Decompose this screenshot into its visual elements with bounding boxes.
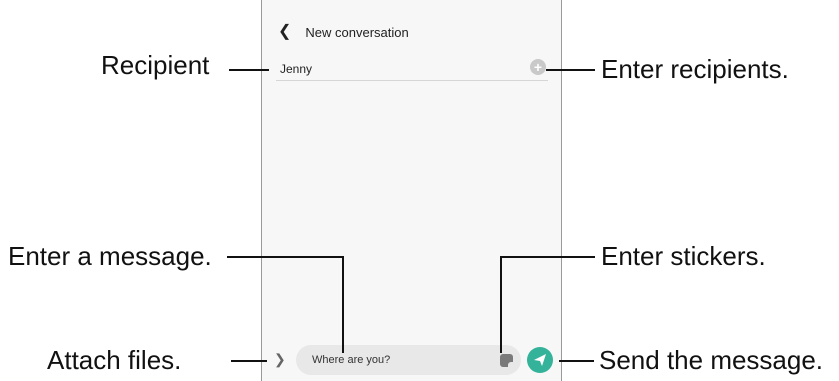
message-text: Where are you?: [312, 354, 391, 366]
message-input[interactable]: Where are you?: [296, 345, 521, 375]
send-button[interactable]: [527, 347, 553, 373]
send-arrow-icon: [534, 354, 546, 366]
callout-recipient: Recipient: [101, 50, 210, 80]
sticker-icon[interactable]: [500, 353, 513, 367]
chevron-right-icon: ❯: [274, 351, 286, 367]
recipient-field[interactable]: Jenny +: [276, 58, 548, 81]
callout-line-enter-message-h: [227, 256, 344, 258]
callout-line-attach-files: [231, 360, 267, 362]
phone-screen: ❮ New conversation Jenny + ❯ Where are y…: [261, 0, 562, 381]
callout-enter-recipients: Enter recipients.: [601, 54, 789, 84]
callout-enter-stickers: Enter stickers.: [601, 241, 766, 271]
callout-line-enter-recipients: [546, 69, 595, 71]
callout-line-enter-stickers-v: [500, 256, 502, 353]
compose-bar: ❯ Where are you?: [262, 344, 561, 375]
add-recipient-button[interactable]: +: [530, 59, 546, 75]
callout-line-enter-stickers-h: [500, 256, 595, 258]
plus-circle-icon: +: [533, 59, 543, 75]
callout-attach-files: Attach files.: [47, 345, 182, 375]
recipient-value: Jenny: [280, 62, 313, 76]
callout-enter-message: Enter a message.: [8, 241, 212, 271]
page-title: New conversation: [305, 24, 409, 40]
callout-line-enter-message-v: [342, 256, 344, 353]
callout-line-send-message: [559, 360, 594, 362]
header: ❮ New conversation: [278, 20, 409, 44]
back-button[interactable]: ❮: [278, 24, 291, 40]
callout-send-message: Send the message.: [599, 345, 824, 375]
expand-attach-button[interactable]: ❯: [274, 351, 286, 368]
callout-line-recipient: [229, 69, 269, 71]
